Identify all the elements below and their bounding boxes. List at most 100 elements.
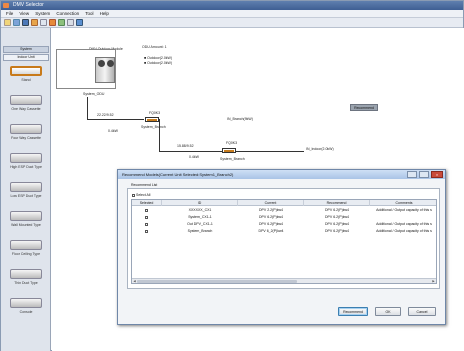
sidebar-item-label: Floor Ceiling Type <box>11 252 41 256</box>
table-row[interactable]: Out DPV_CX1-1 DPV 6.2(P)kw4 DPV 6.2(P)kw… <box>132 221 436 228</box>
outdoor-unit[interactable] <box>56 49 116 89</box>
sidebar-item-four-way-cassette[interactable]: Four Way Cassette <box>4 122 48 149</box>
cell-id: System_Branch <box>187 229 213 233</box>
close-button[interactable]: × <box>431 171 443 178</box>
cell-comments: Additional / Output capacity of this s <box>376 222 432 226</box>
menu-file[interactable]: File <box>6 10 13 18</box>
sidebar-item-low-esp-duct[interactable]: Low ESP Duct Type <box>4 180 48 207</box>
scroll-thumb[interactable] <box>137 280 297 283</box>
paste-icon[interactable] <box>49 19 56 26</box>
scroll-right-icon[interactable]: ▶ <box>431 279 436 283</box>
menu-view[interactable]: View <box>19 10 29 18</box>
menu-tool[interactable]: Tool <box>85 10 93 18</box>
tab-system[interactable]: System <box>3 46 49 53</box>
branch-node-1[interactable] <box>145 117 159 122</box>
branch-remark: IN_Branch(9kW) <box>227 117 253 121</box>
odu-info-1: ■ Outdoor(2.0kW) <box>144 56 172 60</box>
col-recommend[interactable]: Recommend <box>304 200 370 206</box>
menu-connection[interactable]: Connection <box>56 10 79 18</box>
branch-2-label: FQ0K3 <box>226 141 238 145</box>
sidebar-item-stand[interactable]: Stand <box>4 64 48 91</box>
cell-current: DPV 6.2(P)kw4 <box>259 222 283 226</box>
row-checkbox[interactable] <box>132 228 162 235</box>
cell-recommend: DPV 6.2(P)kw4 <box>325 222 349 226</box>
app-icon <box>3 3 9 8</box>
row-checkbox[interactable] <box>132 221 162 228</box>
cancel-button[interactable]: Cancel <box>408 307 436 316</box>
odu-info-2: ■ Outdoor(2.0kW) <box>144 61 172 65</box>
stand-unit-icon <box>10 66 42 76</box>
col-id[interactable]: ID <box>162 200 238 206</box>
table-row[interactable]: XXXXXX_CX1 DPV 2.2(P)kw4 DPV 6.2(P)kw4 A… <box>132 207 436 214</box>
pipe-line <box>159 119 160 151</box>
undo-icon[interactable] <box>58 19 65 26</box>
sidebar-item-label: Four Way Cassette <box>11 136 41 140</box>
ok-button[interactable]: OK <box>375 307 401 316</box>
minimize-button[interactable] <box>407 171 417 178</box>
tab-indoor-unit[interactable]: Indoor Unit <box>3 54 49 61</box>
branch-1-sub: System_Branch <box>141 125 166 129</box>
sidebar-item-high-esp-duct[interactable]: High ESP Duct Type <box>4 151 48 178</box>
dialog-title: Recommend Models(Current Unit Selected:S… <box>118 170 445 179</box>
save-icon[interactable] <box>22 19 29 26</box>
cell-id: XXXXXX_CX1 <box>188 208 212 212</box>
table-row[interactable]: System_Branch DPV 6_2(P)kw4 DPV 6.2(P)kw… <box>132 228 436 235</box>
col-current[interactable]: Current <box>238 200 304 206</box>
col-comments[interactable]: Comments <box>370 200 438 206</box>
cut-icon[interactable] <box>31 19 38 26</box>
close-icon: × <box>435 172 439 177</box>
menu-help[interactable]: Help <box>100 10 109 18</box>
sidebar: System Indoor Unit Stand One Way Cassett… <box>1 28 51 351</box>
sidebar-item-label: Thin Duct Type <box>14 281 38 285</box>
branch-node-2[interactable] <box>222 148 236 153</box>
recommend-button[interactable]: Recommend <box>338 307 368 316</box>
cell-id: Out DPV_CX1-1 <box>187 222 213 226</box>
maximize-button[interactable] <box>419 171 429 178</box>
open-folder-icon[interactable] <box>13 19 20 26</box>
copy-icon[interactable] <box>40 19 47 26</box>
cell-recommend: DPV 6.2(P)kw4 <box>325 215 349 219</box>
indoor-right-label: IN_Indoor(2.0kW) <box>306 147 334 151</box>
new-file-icon[interactable] <box>4 19 11 26</box>
row-checkbox[interactable] <box>132 214 162 221</box>
cell-comments: Additional / Output capacity of this s <box>376 229 432 233</box>
branch-bar <box>147 119 157 121</box>
checkbox-icon <box>145 229 148 233</box>
sidebar-item-label: High ESP Duct Type <box>10 165 42 169</box>
cell-current: DPV 6_2(P)kw4 <box>258 229 284 233</box>
branch-1-label: FQ0K3 <box>149 111 161 115</box>
select-all-checkbox[interactable]: Select All <box>132 193 150 197</box>
one-way-cassette-icon <box>10 95 42 105</box>
group-label: Recommend List <box>130 183 159 187</box>
cell-recommend: DPV 6.2(P)kw4 <box>325 208 349 212</box>
table-row[interactable]: System_CX1-1 DPV 6.2(P)kw4 DPV 6.2(P)kw4 <box>132 214 436 221</box>
menu-system[interactable]: System <box>35 10 50 18</box>
sidebar-item-console[interactable]: Console <box>4 296 48 323</box>
horizontal-scrollbar[interactable]: ◀ ▶ <box>132 278 436 283</box>
select-all-label: Select All <box>136 193 151 197</box>
redo-icon[interactable] <box>67 19 74 26</box>
pipe-line <box>87 119 144 120</box>
cell-current: DPV 2.2(P)kw4 <box>259 208 283 212</box>
toolbar <box>1 18 463 28</box>
sidebar-item-thin-duct[interactable]: Thin Duct Type <box>4 267 48 294</box>
row-checkbox[interactable] <box>132 207 162 214</box>
recommend-float-button[interactable]: Recommend <box>350 104 378 111</box>
pipe-line <box>159 151 222 152</box>
sidebar-item-floor-ceiling[interactable]: Floor Ceiling Type <box>4 238 48 265</box>
four-way-cassette-icon <box>10 124 42 134</box>
checkbox-icon <box>132 193 135 197</box>
pipe-line <box>236 151 304 152</box>
floor-ceiling-icon <box>10 240 42 250</box>
sidebar-item-one-way-cassette[interactable]: One Way Cassette <box>4 93 48 120</box>
help-icon[interactable] <box>76 19 83 26</box>
title-bar: DMV Selector <box>1 1 463 10</box>
recommend-dialog: Recommend Models(Current Unit Selected:S… <box>117 169 446 325</box>
recommend-table: Selected ID Current Recommend Comments X… <box>131 199 437 284</box>
cell-recommend: DPV 6.2(P)kw4 <box>325 229 349 233</box>
checkbox-icon <box>145 222 148 226</box>
col-selected[interactable]: Selected <box>132 200 162 206</box>
sidebar-item-wall-mounted[interactable]: Wall Mounted Type <box>4 209 48 236</box>
pipe-line <box>87 97 88 119</box>
fan-icon <box>98 60 105 67</box>
